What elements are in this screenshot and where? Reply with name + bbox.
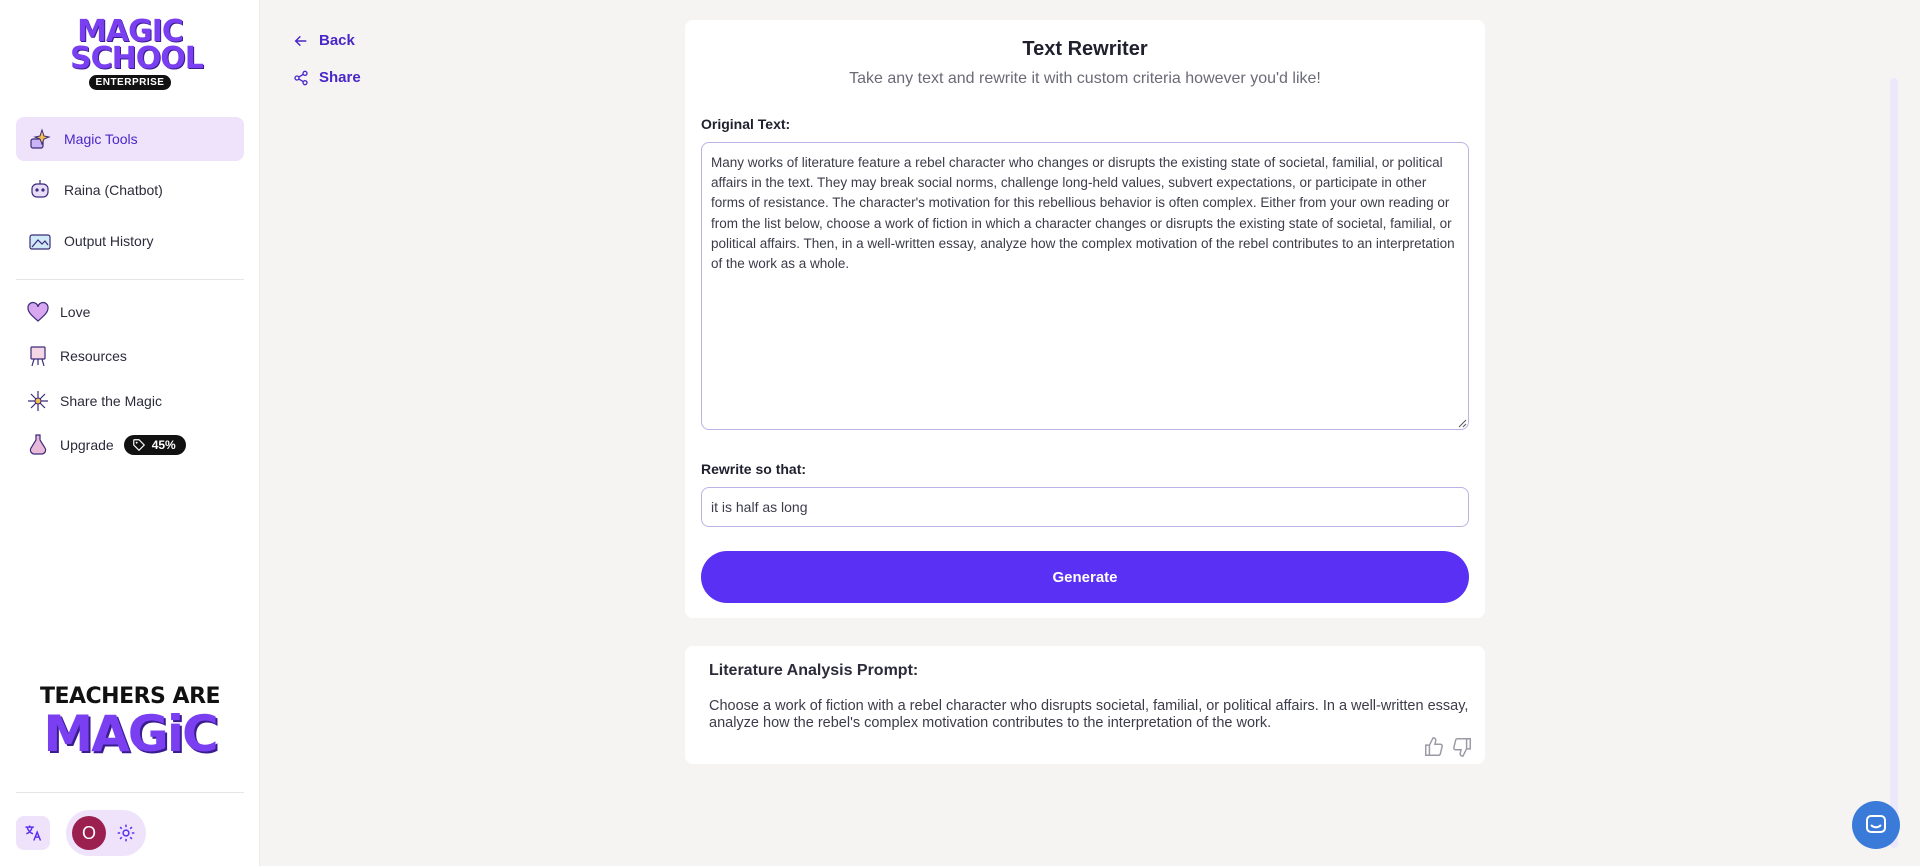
potion-icon — [26, 433, 50, 457]
sidebar-item-magic-tools[interactable]: Magic Tools — [16, 117, 244, 161]
promo-line2: MAGiC — [43, 705, 218, 763]
sparkle-icon — [26, 389, 50, 413]
magic-tools-icon — [28, 127, 52, 151]
rewrite-criteria-input[interactable] — [701, 487, 1469, 527]
teachers-are-magic-promo: TEACHERS ARE MAGiC — [16, 684, 244, 759]
arrow-left-icon — [294, 35, 307, 46]
sidebar-item-share-the-magic[interactable]: Share the Magic — [26, 386, 162, 416]
magicschool-logo[interactable]: MAGIC SCHOOL ENTERPRISE — [70, 17, 204, 98]
output-card: Literature Analysis Prompt: Choose a wor… — [685, 646, 1485, 764]
original-text-input[interactable]: Many works of literature feature a rebel… — [701, 142, 1469, 430]
easel-icon — [26, 344, 50, 368]
user-menu[interactable]: O — [66, 810, 146, 856]
heart-icon — [26, 300, 50, 324]
share-icon — [294, 70, 308, 85]
page-subtitle: Take any text and rewrite it with custom… — [849, 70, 1321, 87]
chat-icon — [1866, 815, 1886, 833]
language-button[interactable] — [16, 816, 50, 850]
sidebar-item-label: Output History — [64, 233, 154, 249]
robot-icon — [28, 178, 52, 202]
sidebar-item-upgrade[interactable]: Upgrade 45% — [26, 430, 186, 460]
sidebar-item-label: Magic Tools — [64, 131, 138, 147]
feedback-buttons — [1423, 736, 1473, 758]
sidebar-item-label: Love — [60, 304, 91, 320]
history-icon — [28, 229, 52, 253]
sidebar-item-label: Resources — [60, 348, 127, 364]
translate-icon — [25, 825, 42, 841]
avatar[interactable]: O — [72, 816, 106, 850]
sidebar-item-output-history[interactable]: Output History — [16, 219, 244, 263]
sidebar-bottom-bar: O — [16, 810, 146, 856]
generate-button[interactable]: Generate — [701, 551, 1469, 603]
text-rewriter-card: Text Rewriter Take any text and rewrite … — [685, 20, 1485, 618]
tag-icon — [132, 439, 145, 452]
sidebar-item-label: Share the Magic — [60, 393, 162, 409]
discount-badge[interactable]: 45% — [123, 435, 186, 455]
back-label: Back — [319, 32, 355, 49]
back-link[interactable]: Back — [293, 32, 355, 49]
page-scrollbar[interactable] — [1890, 78, 1898, 848]
resize-handle-icon[interactable] — [1457, 418, 1467, 428]
thumbs-up-icon[interactable] — [1423, 736, 1445, 758]
share-link[interactable]: Share — [293, 69, 361, 86]
logo-line2: SCHOOL — [70, 41, 204, 76]
enterprise-badge: ENTERPRISE — [88, 75, 172, 90]
output-text: Choose a work of fiction with a rebel ch… — [709, 698, 1469, 731]
discount-badge-label: 45% — [151, 438, 176, 452]
sidebar-item-resources[interactable]: Resources — [26, 341, 127, 371]
sidebar-divider — [16, 792, 244, 793]
original-text-label: Original Text: — [701, 116, 791, 132]
sidebar-divider — [16, 279, 244, 280]
output-title: Literature Analysis Prompt: — [709, 662, 919, 679]
thumbs-down-icon[interactable] — [1451, 736, 1473, 758]
gear-icon[interactable] — [116, 823, 136, 843]
sidebar-item-label: Raina (Chatbot) — [64, 182, 163, 198]
share-label: Share — [319, 69, 361, 86]
sidebar: MAGIC SCHOOL ENTERPRISE Magic Tools Rain… — [0, 0, 260, 866]
rewrite-criteria-label: Rewrite so that: — [701, 461, 807, 477]
page-title: Text Rewriter — [1022, 38, 1148, 60]
sidebar-item-love[interactable]: Love — [26, 297, 90, 327]
sidebar-item-label: Upgrade — [60, 437, 114, 453]
support-chat-button[interactable] — [1852, 801, 1900, 849]
sidebar-item-raina-chatbot[interactable]: Raina (Chatbot) — [16, 168, 244, 212]
